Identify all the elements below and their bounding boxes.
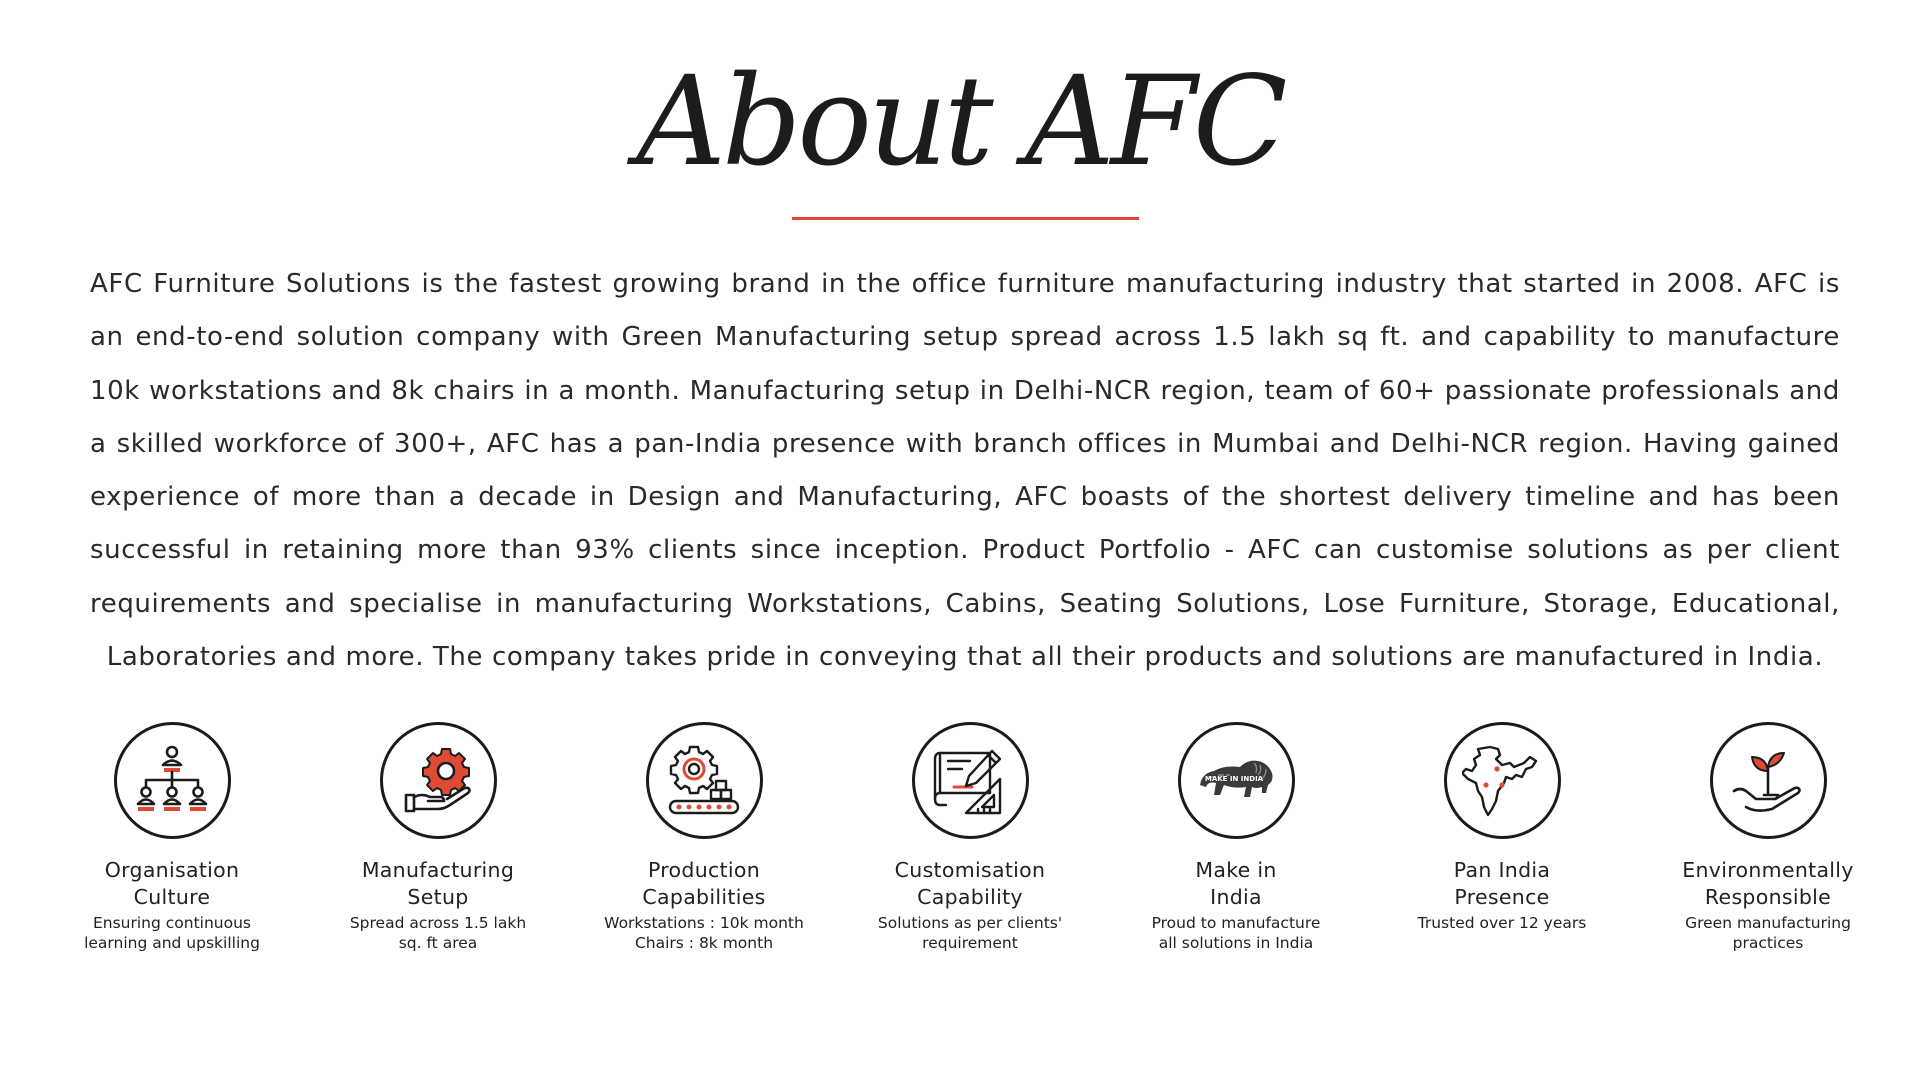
feature-title: Make in India xyxy=(1195,858,1277,909)
feature-environmentally-responsible: Environmentally Responsible Green manufa… xyxy=(1648,722,1888,953)
feature-description: Solutions as per clients' requirement xyxy=(877,914,1063,952)
feature-title: Environmentally Responsible xyxy=(1682,858,1854,909)
feature-pan-india-presence: Pan India Presence Trusted over 12 years xyxy=(1382,722,1622,933)
feature-production-capabilities: Production Capabilities Workstations : 1… xyxy=(584,722,824,953)
india-map-icon xyxy=(1443,722,1561,839)
features-row: Organisation Culture Ensuring continuous… xyxy=(0,722,1920,982)
feature-title: Manufacturing Setup xyxy=(361,858,515,909)
feature-organisation-culture: Organisation Culture Ensuring continuous… xyxy=(52,722,292,953)
feature-manufacturing-setup: Manufacturing Setup Spread across 1.5 la… xyxy=(318,722,558,953)
feature-make-in-india: MAKE IN INDIA Make in India Proud to man… xyxy=(1116,722,1356,953)
production-gear-icon xyxy=(645,722,763,839)
svg-text:MAKE IN INDIA: MAKE IN INDIA xyxy=(1205,775,1264,783)
organisation-icon xyxy=(113,722,231,839)
feature-customisation-capability: Customisation Capability Solutions as pe… xyxy=(850,722,1090,953)
gear-hand-icon xyxy=(379,722,497,839)
feature-description: Trusted over 12 years xyxy=(1417,914,1587,932)
feature-description: Proud to manufacture all solutions in In… xyxy=(1151,914,1321,952)
feature-title: Customisation Capability xyxy=(894,858,1046,909)
feature-title: Pan India Presence xyxy=(1453,858,1551,909)
feature-title: Production Capabilities xyxy=(642,858,766,909)
feature-description: Green manufacturing practices xyxy=(1685,914,1851,952)
about-description: AFC Furniture Solutions is the fastest g… xyxy=(90,269,1840,673)
plant-hand-icon xyxy=(1709,722,1827,839)
feature-title: Organisation Culture xyxy=(104,858,240,909)
design-pencil-icon xyxy=(911,722,1029,839)
feature-description: Workstations : 10k month Chairs : 8k mon… xyxy=(604,914,804,952)
title-underline xyxy=(792,217,1139,220)
make-in-india-lion-icon: MAKE IN INDIA xyxy=(1177,722,1295,839)
page-title: About AFC xyxy=(636,50,1287,194)
feature-description: Ensuring continuous learning and upskill… xyxy=(84,914,260,952)
feature-description: Spread across 1.5 lakh sq. ft area xyxy=(349,914,527,952)
